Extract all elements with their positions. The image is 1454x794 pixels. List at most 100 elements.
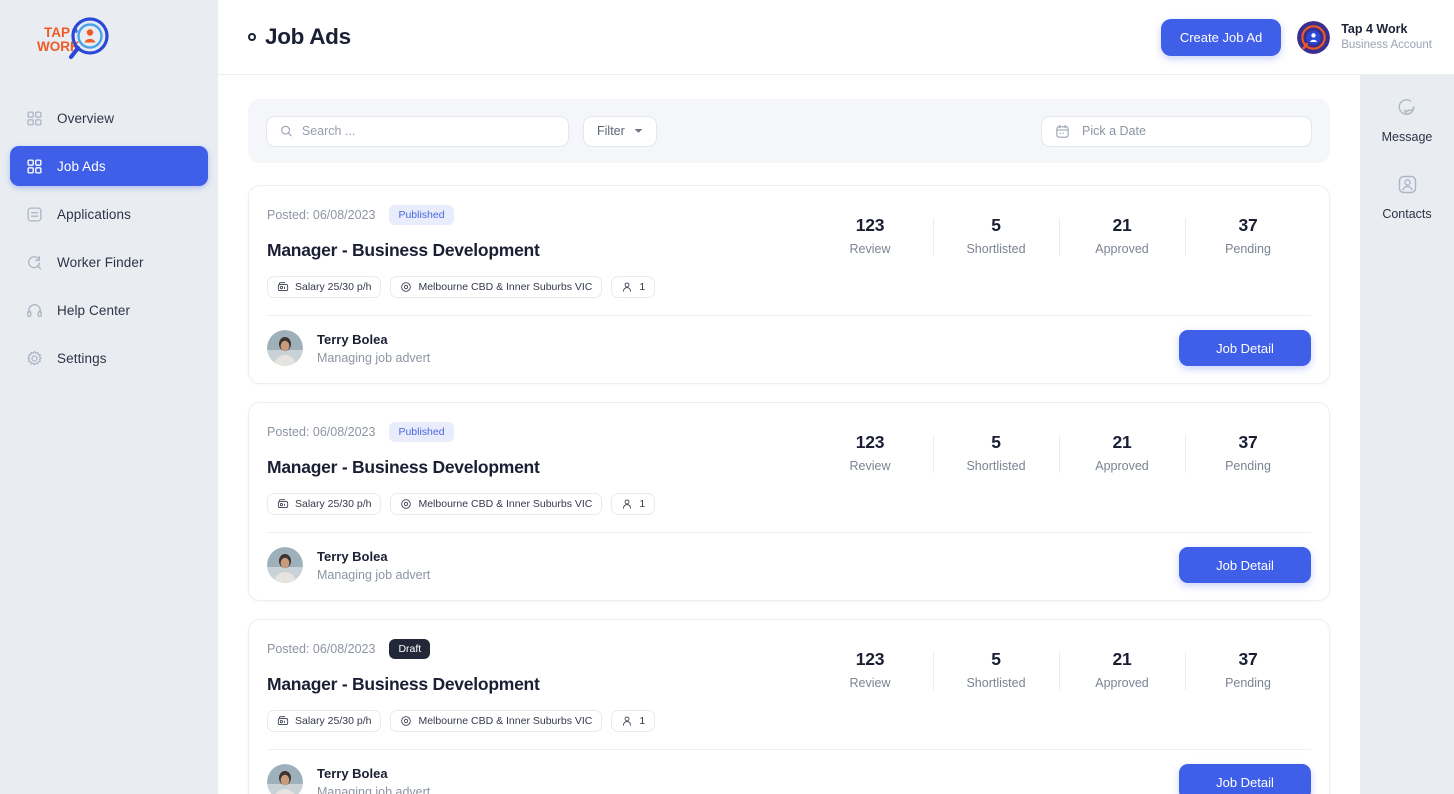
document-icon	[25, 205, 43, 223]
account-name: Tap 4 Work	[1341, 22, 1408, 37]
person-icon	[623, 499, 632, 509]
posted-date: Posted: 06/08/2023	[267, 425, 376, 439]
search-field[interactable]	[266, 115, 569, 147]
account-text: Tap 4 Work Business Account	[1341, 21, 1432, 52]
sidebar-item-label: Job Ads	[57, 158, 106, 174]
sidebar-item-applications[interactable]: Applications	[10, 194, 208, 234]
job-title: Manager - Business Development	[267, 674, 540, 694]
stat-label: Approved	[1095, 459, 1149, 473]
sidebar-nav: Overview Job Ads Applications Worker Fin…	[0, 98, 218, 378]
job-meta-chips: Salary 25/30 p/h Melbourne CBD & Inner S…	[267, 276, 807, 298]
chip-text: Melbourne CBD & Inner Suburbs VIC	[418, 715, 593, 727]
owner-text: Terry Bolea Managing job advert	[317, 332, 430, 365]
card-stats: 123 Review 5 Shortlisted 21 Approved 37 …	[807, 203, 1311, 256]
owner-text: Terry Bolea Managing job advert	[317, 766, 430, 794]
gear-icon	[25, 349, 43, 367]
chat-bubble-icon	[1399, 98, 1415, 115]
stat-shortlisted: 5 Shortlisted	[933, 432, 1059, 473]
sidebar-item-label: Worker Finder	[57, 254, 144, 270]
body-area: Filter Pi	[218, 75, 1454, 794]
card-info: Posted: 06/08/2023 Draft Manager - Busin…	[267, 637, 807, 732]
page-title-text: Job Ads	[265, 24, 351, 49]
job-meta-chips: Salary 25/30 p/h Melbourne CBD & Inner S…	[267, 493, 807, 515]
stat-value: 21	[1112, 432, 1132, 452]
sidebar-item-worker-finder[interactable]: Worker Finder	[10, 242, 208, 282]
stat-value: 5	[991, 432, 1001, 452]
job-ad-card[interactable]: Posted: 06/08/2023 Draft Manager - Busin…	[248, 619, 1330, 794]
stat-value: 21	[1112, 215, 1132, 235]
stat-label: Shortlisted	[966, 459, 1026, 473]
job-detail-button[interactable]: Job Detail	[1179, 330, 1311, 366]
stat-value: 123	[855, 432, 885, 452]
sidebar-item-label: Settings	[57, 350, 107, 366]
avatar-photo-icon	[267, 764, 303, 794]
card-top: Posted: 06/08/2023 Published Manager - B…	[267, 420, 1311, 515]
salary-icon	[277, 282, 289, 292]
stat-value: 37	[1238, 432, 1258, 452]
stat-shortlisted: 5 Shortlisted	[933, 649, 1059, 690]
stat-shortlisted: 5 Shortlisted	[933, 215, 1059, 256]
search-refresh-icon	[25, 253, 43, 271]
owner-name: Terry Bolea	[317, 548, 388, 564]
chevron-down-icon	[634, 129, 643, 133]
location-icon	[401, 499, 412, 509]
stat-label: Shortlisted	[966, 242, 1026, 256]
job-ad-card[interactable]: Posted: 06/08/2023 Published Manager - B…	[248, 402, 1330, 601]
search-input[interactable]	[301, 124, 555, 138]
header-actions: Create Job Ad Tap 4 Work Business Accoun…	[1160, 18, 1432, 56]
stat-value: 37	[1238, 649, 1258, 669]
sidebar-item-label: Applications	[57, 206, 131, 222]
svg-text:TAP: TAP	[44, 25, 70, 40]
stat-label: Approved	[1095, 676, 1149, 690]
posted-row: Posted: 06/08/2023 Published	[267, 420, 807, 444]
status-badge: Draft	[389, 638, 431, 660]
contact-person-icon	[1398, 175, 1416, 194]
stat-label: Pending	[1225, 459, 1271, 473]
owner-role: Managing job advert	[317, 567, 431, 582]
stat-pending: 37 Pending	[1185, 215, 1311, 256]
sidebar-item-overview[interactable]: Overview	[10, 98, 208, 138]
account-menu[interactable]: Tap 4 Work Business Account	[1297, 20, 1432, 54]
avatar	[267, 547, 303, 583]
rail-item-message[interactable]: Message	[1382, 97, 1432, 144]
job-detail-button[interactable]: Job Detail	[1179, 764, 1311, 794]
account-avatar-logo-icon	[1297, 20, 1331, 54]
create-job-ad-button[interactable]: Create Job Ad	[1160, 18, 1282, 56]
date-picker-field[interactable]: Pick a Date	[1041, 115, 1312, 147]
right-rail: Message Contacts	[1360, 75, 1454, 794]
stat-label: Pending	[1225, 242, 1271, 256]
sidebar-item-job-ads[interactable]: Job Ads	[10, 146, 208, 186]
sidebar-item-help-center[interactable]: Help Center	[10, 290, 208, 330]
card-footer: Terry Bolea Managing job advert Job Deta…	[267, 533, 1311, 600]
calendar-icon	[1056, 124, 1069, 138]
salary-chip: Salary 25/30 p/h	[267, 710, 382, 732]
sidebar-item-label: Help Center	[57, 302, 131, 318]
posted-row: Posted: 06/08/2023 Published	[267, 203, 807, 227]
sidebar-item-settings[interactable]: Settings	[10, 338, 208, 378]
chip-text: Melbourne CBD & Inner Suburbs VIC	[418, 281, 593, 293]
stat-label: Review	[849, 676, 891, 690]
chip-text: 1	[639, 498, 646, 510]
job-detail-button[interactable]: Job Detail	[1179, 547, 1311, 583]
account-type: Business Account	[1341, 38, 1432, 51]
stat-label: Shortlisted	[966, 676, 1026, 690]
filter-button[interactable]: Filter	[583, 115, 657, 147]
brand-logo[interactable]: TAP 4 WORK	[0, 0, 218, 76]
card-info: Posted: 06/08/2023 Published Manager - B…	[267, 203, 807, 298]
job-ad-card[interactable]: Posted: 06/08/2023 Published Manager - B…	[248, 185, 1330, 384]
avatar-photo-icon	[267, 547, 303, 583]
stat-value: 123	[855, 649, 885, 669]
sidebar-item-label: Overview	[57, 110, 115, 126]
stat-approved: 21 Approved	[1059, 649, 1185, 690]
job-ads-list: Posted: 06/08/2023 Published Manager - B…	[248, 185, 1330, 794]
avatar	[267, 764, 303, 794]
owner-role: Managing job advert	[317, 350, 431, 365]
card-owner: Terry Bolea Managing job advert	[267, 330, 430, 366]
job-title: Manager - Business Development	[267, 457, 540, 477]
chip-text: Salary 25/30 p/h	[295, 281, 372, 293]
salary-chip: Salary 25/30 p/h	[267, 276, 382, 298]
filters-toolbar: Filter Pi	[248, 99, 1330, 163]
rail-item-contacts[interactable]: Contacts	[1382, 174, 1432, 221]
card-owner: Terry Bolea Managing job advert	[267, 764, 430, 794]
circle-bullet-icon	[248, 33, 256, 41]
